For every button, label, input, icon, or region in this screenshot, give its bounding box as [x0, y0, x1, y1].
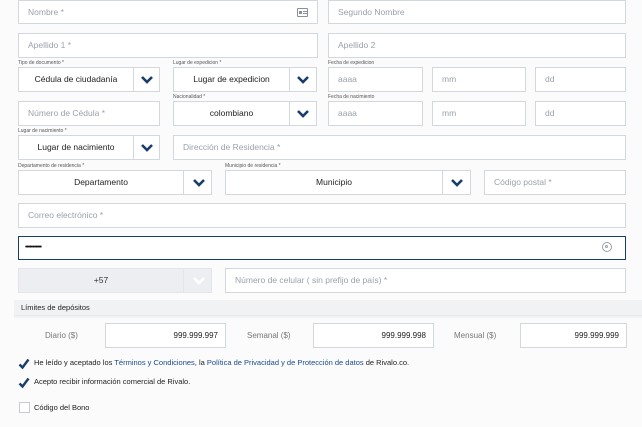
direccion-placeholder: Dirección de Residencia * — [183, 142, 281, 152]
fecha-nac-day-placeholder: dd — [545, 108, 555, 118]
chevron-down-icon — [133, 136, 161, 159]
fecha-nac-label: Fecha de nacimiento — [328, 94, 375, 100]
bonus-label: Código del Bono — [34, 403, 90, 412]
nacionalidad-label: Nacionalidad * — [173, 94, 206, 100]
nombre-placeholder: Nombre * — [28, 7, 64, 17]
num-cedula-field[interactable]: Número de Cédula * — [18, 101, 160, 126]
fecha-exp-year[interactable]: aaaa — [328, 67, 423, 92]
prefix-value: +57 — [93, 275, 109, 285]
tipo-doc-value: Cédula de ciudadanía — [34, 74, 118, 84]
apellido1-placeholder: Apellido 1 * — [28, 40, 72, 50]
chevron-down-icon — [185, 269, 213, 292]
fecha-exp-label: Fecha de expedicion — [328, 60, 375, 66]
chevron-down-icon — [133, 68, 161, 91]
fecha-exp-year-placeholder: aaaa — [338, 74, 357, 84]
tipo-doc-label: Tipo de documento * — [18, 60, 64, 66]
apellido2-placeholder: Apellido 2 — [338, 40, 376, 50]
apellido1-field[interactable]: Apellido 1 * — [18, 33, 318, 58]
id-card-icon — [297, 8, 308, 17]
checkmark-icon — [18, 377, 30, 389]
codigo-postal-placeholder: Código postal * — [494, 177, 552, 187]
codigo-postal-field[interactable]: Código postal * — [484, 170, 626, 195]
depto-label: Departamento de residencia * — [18, 163, 85, 169]
depto-select[interactable]: Departamento — [18, 170, 212, 195]
password-field[interactable]: ••••••••••• — [18, 236, 626, 260]
fecha-nac-month[interactable]: mm — [432, 101, 526, 126]
chevron-down-icon — [443, 171, 471, 194]
lugar-exp-label: Lugar de expedicion * — [173, 60, 222, 66]
nacionalidad-select[interactable]: colombiano — [173, 101, 317, 126]
fecha-exp-month[interactable]: mm — [432, 67, 526, 92]
weekly-label: Semanal ($) — [247, 331, 291, 340]
fecha-nac-year-placeholder: aaaa — [338, 108, 357, 118]
direccion-field[interactable]: Dirección de Residencia * — [173, 135, 626, 160]
terms-checkbox[interactable] — [18, 357, 30, 370]
lugar-exp-select[interactable]: Lugar de expedicion — [173, 67, 317, 92]
marketing-label: Acepto recibir información comercial de … — [34, 377, 191, 386]
privacy-link[interactable]: Política de Privacidad y de Protección d… — [207, 358, 364, 367]
fecha-nac-year[interactable]: aaaa — [328, 101, 423, 126]
terms-prefix: He leído y aceptado los — [34, 358, 115, 367]
weekly-input[interactable]: 999.999.998 — [313, 323, 434, 348]
deposits-title: Límites de depósitos — [21, 303, 90, 312]
terms-mid: , la — [194, 358, 207, 367]
lugar-nac-select[interactable]: Lugar de nacimiento — [18, 135, 160, 160]
nombre-field[interactable]: Nombre * — [18, 0, 318, 24]
correo-field[interactable]: Correo electrónico * — [18, 203, 626, 228]
lugar-nac-label: Lugar de nacimiento * — [18, 128, 67, 134]
municipio-select[interactable]: Municipio — [225, 170, 471, 195]
deposits-title-bar: Límites de depósitos — [14, 300, 642, 316]
chevron-down-icon — [289, 102, 317, 125]
lugar-exp-value: Lugar de expedicion — [193, 74, 270, 84]
num-cedula-placeholder: Número de Cédula * — [28, 108, 106, 118]
celular-field[interactable]: Número de celular ( sin prefijo de país)… — [225, 268, 626, 293]
prefix-select[interactable]: +57 — [18, 268, 212, 293]
monthly-input[interactable]: 999.999.999 — [520, 323, 627, 348]
marketing-checkbox[interactable] — [18, 376, 30, 389]
daily-input[interactable]: 999.999.997 — [105, 323, 226, 348]
daily-label: Diario ($) — [45, 331, 78, 340]
municipio-value: Municipio — [316, 177, 352, 187]
fecha-exp-day-placeholder: dd — [545, 74, 555, 84]
fecha-exp-month-placeholder: mm — [442, 74, 457, 84]
chevron-down-icon — [185, 171, 213, 194]
password-value: ••••••••••• — [25, 244, 42, 251]
tipo-doc-select[interactable]: Cédula de ciudadanía — [18, 67, 160, 92]
segundo-nombre-placeholder: Segundo Nombre — [338, 7, 405, 17]
lugar-nac-value: Lugar de nacimiento — [37, 142, 115, 152]
terms-suffix: de Rivalo.co. — [363, 358, 410, 367]
checkmark-icon — [18, 358, 30, 370]
terms-text: He leído y aceptado los Términos y Condi… — [34, 357, 409, 369]
chevron-down-icon — [289, 68, 317, 91]
fingerprint-icon[interactable] — [602, 242, 612, 252]
apellido2-field[interactable]: Apellido 2 — [328, 33, 626, 58]
nacionalidad-value: colombiano — [209, 108, 254, 118]
fecha-nac-day[interactable]: dd — [535, 101, 626, 126]
deposits-section: Límites de depósitos Diario ($) 999.999.… — [14, 300, 642, 354]
correo-placeholder: Correo electrónico * — [28, 210, 104, 220]
bonus-checkbox[interactable] — [19, 402, 30, 413]
terms-link[interactable]: Términos y Condiciones — [114, 358, 194, 367]
celular-placeholder: Número de celular ( sin prefijo de país)… — [235, 275, 388, 285]
deposits-row: Diario ($) 999.999.997 Semanal ($) 999.9… — [14, 318, 642, 354]
segundo-nombre-field[interactable]: Segundo Nombre — [328, 0, 626, 24]
municipio-label: Municipio de residencia * — [225, 163, 281, 169]
fecha-exp-day[interactable]: dd — [535, 67, 626, 92]
monthly-label: Mensual ($) — [454, 331, 497, 340]
depto-value: Departamento — [74, 177, 128, 187]
fecha-nac-month-placeholder: mm — [442, 108, 457, 118]
